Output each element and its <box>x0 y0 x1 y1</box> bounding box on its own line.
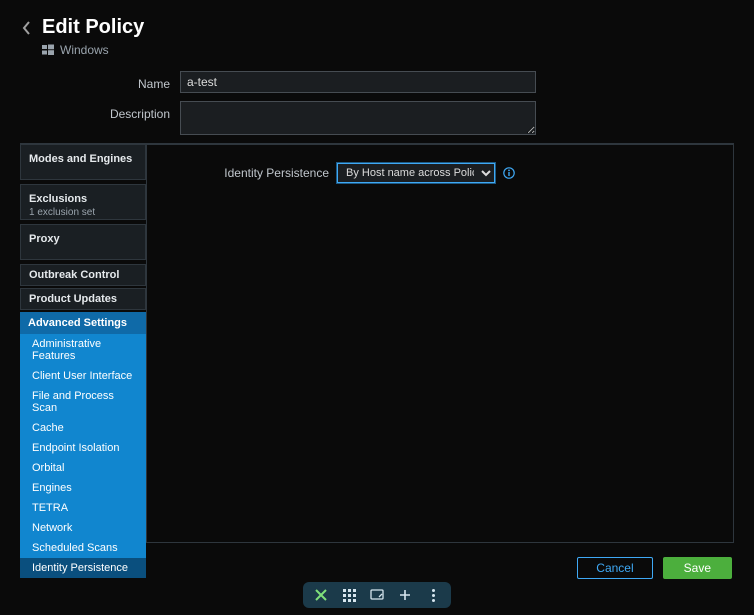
sidebar-advanced-group: Advanced Settings Administrative Feature… <box>20 312 146 578</box>
grid-apps-icon[interactable] <box>341 587 357 603</box>
sidebar-item-label: Outbreak Control <box>29 269 137 281</box>
settings-sidebar: Modes and Engines Exclusions 1 exclusion… <box>20 144 146 543</box>
save-button[interactable]: Save <box>663 557 732 579</box>
plus-icon[interactable] <box>397 587 413 603</box>
sidebar-item-updates[interactable]: Product Updates <box>20 288 146 310</box>
bottom-dock <box>303 582 451 608</box>
sidebar-item-identity-persistence[interactable]: Identity Persistence <box>20 558 146 578</box>
sidebar-advanced-header[interactable]: Advanced Settings <box>20 312 146 334</box>
back-icon[interactable] <box>20 21 34 35</box>
name-input[interactable] <box>180 71 536 93</box>
sidebar-item-modes-engines[interactable]: Modes and Engines <box>20 144 146 180</box>
description-label: Description <box>20 101 180 121</box>
sidebar-item-network[interactable]: Network <box>20 518 146 538</box>
sidebar-item-label: Exclusions <box>29 193 137 205</box>
sidebar-item-file-process-scan[interactable]: File and Process Scan <box>20 386 146 418</box>
sidebar-item-label: Product Updates <box>29 293 137 305</box>
close-x-icon[interactable] <box>313 587 329 603</box>
screenshot-icon[interactable] <box>369 587 385 603</box>
cancel-button[interactable]: Cancel <box>577 557 652 579</box>
identity-persistence-select[interactable]: By Host name across Policy <box>337 163 495 183</box>
sidebar-item-sub: 1 exclusion set <box>29 207 137 218</box>
sidebar-item-endpoint-isolation[interactable]: Endpoint Isolation <box>20 438 146 458</box>
sidebar-item-admin-features[interactable]: Administrative Features <box>20 334 146 366</box>
page-title: Edit Policy <box>42 16 144 39</box>
sidebar-item-proxy[interactable]: Proxy <box>20 224 146 260</box>
sidebar-item-label: Proxy <box>29 233 137 245</box>
content-panel: Identity Persistence By Host name across… <box>146 144 734 543</box>
identity-persistence-label: Identity Persistence <box>159 166 329 180</box>
more-dots-icon[interactable] <box>425 587 441 603</box>
sidebar-item-exclusions[interactable]: Exclusions 1 exclusion set <box>20 184 146 220</box>
windows-icon <box>42 44 54 56</box>
info-icon[interactable] <box>503 167 515 179</box>
description-input[interactable] <box>180 101 536 135</box>
platform-label: Windows <box>60 43 109 57</box>
sidebar-item-tetra[interactable]: TETRA <box>20 498 146 518</box>
sidebar-item-outbreak[interactable]: Outbreak Control <box>20 264 146 286</box>
platform-row: Windows <box>42 43 734 57</box>
name-label: Name <box>20 71 180 91</box>
sidebar-item-cache[interactable]: Cache <box>20 418 146 438</box>
sidebar-item-scheduled-scans[interactable]: Scheduled Scans <box>20 538 146 558</box>
sidebar-item-label: Modes and Engines <box>29 153 137 165</box>
sidebar-item-orbital[interactable]: Orbital <box>20 458 146 478</box>
sidebar-item-engines[interactable]: Engines <box>20 478 146 498</box>
sidebar-item-client-ui[interactable]: Client User Interface <box>20 366 146 386</box>
